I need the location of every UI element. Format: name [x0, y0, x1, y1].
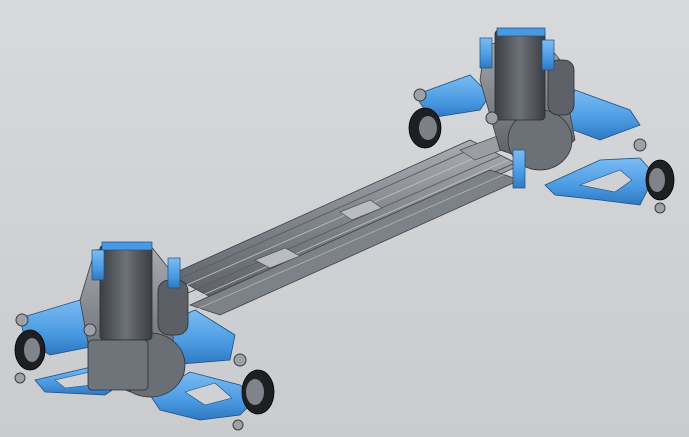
rear-ball-joint-3[interactable]: [633, 138, 647, 152]
cad-viewport[interactable]: [0, 0, 689, 437]
front-wheel-hub-right[interactable]: [241, 369, 275, 415]
rear-wheel-hub-right[interactable]: [645, 159, 675, 201]
front-ball-joint-2[interactable]: [83, 323, 97, 337]
front-wheel-hub-left[interactable]: [14, 329, 46, 371]
front-ball-joint-4[interactable]: [232, 419, 244, 431]
rear-ball-joint-4[interactable]: [654, 202, 666, 214]
rear-wheel-hub-left[interactable]: [408, 107, 442, 149]
rear-ball-joint-2[interactable]: [485, 111, 499, 125]
cad-model-canvas[interactable]: [0, 0, 689, 437]
front-ball-joint-1[interactable]: [15, 313, 29, 327]
front-ball-joint-3[interactable]: [233, 353, 247, 367]
front-ball-joint-5[interactable]: [14, 372, 26, 384]
rear-ball-joint-1[interactable]: [413, 88, 427, 102]
frame-rails[interactable]: [169, 139, 522, 316]
